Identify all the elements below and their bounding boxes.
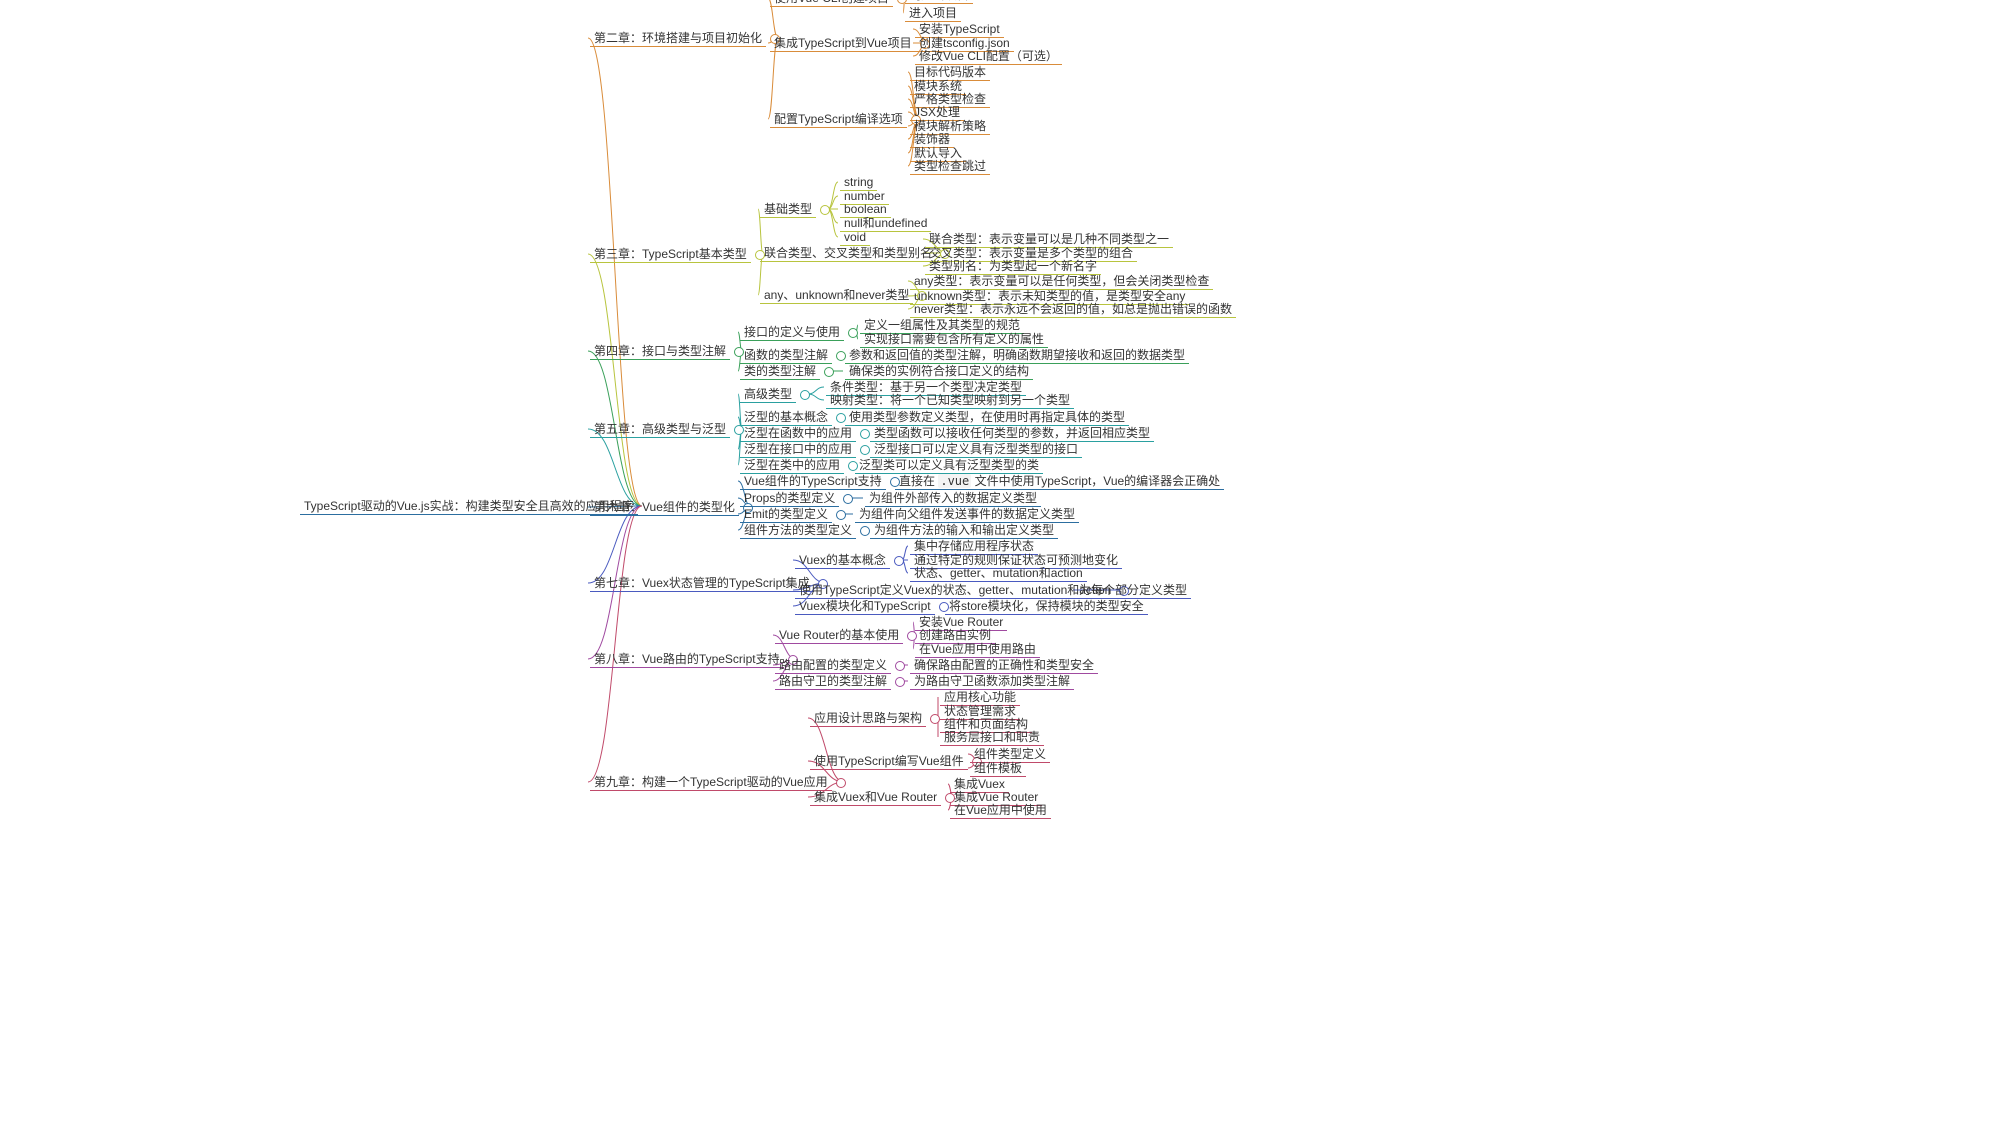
node-c5a[interactable]: 高级类型 — [740, 386, 796, 403]
node-c2[interactable]: 第二章：环境搭建与项目初始化 — [590, 30, 766, 47]
connector-dot — [895, 661, 905, 671]
node-c6a1[interactable]: 直接在 .vue 文件中使用TypeScript，Vue的编译器会正确处 — [895, 473, 1224, 490]
node-c4[interactable]: 第四章：接口与类型注解 — [590, 343, 730, 360]
node-c3c[interactable]: any、unknown和never类型 — [760, 287, 913, 304]
node-c5e1[interactable]: 泛型类可以定义具有泛型类型的类 — [855, 457, 1043, 474]
node-c2b[interactable]: 集成TypeScript到Vue项目 — [770, 35, 916, 52]
node-c6b[interactable]: Props的类型定义 — [740, 490, 839, 507]
node-c4c[interactable]: 类的类型注解 — [740, 363, 820, 380]
node-c2a2[interactable]: 进入项目 — [905, 5, 961, 22]
mindmap-canvas[interactable]: TypeScript驱动的Vue.js实战：构建类型安全且高效的应用程序 第二章：… — [0, 0, 2000, 1125]
connector-dot — [820, 205, 830, 215]
node-c5c[interactable]: 泛型在函数中的应用 — [740, 425, 856, 442]
node-c5[interactable]: 第五章：高级类型与泛型 — [590, 421, 730, 438]
node-c8b1[interactable]: 确保路由配置的正确性和类型安全 — [910, 657, 1098, 674]
node-c2c[interactable]: 配置TypeScript编译选项 — [770, 111, 907, 128]
node-c4a2[interactable]: 实现接口需要包含所有定义的属性 — [860, 331, 1048, 348]
node-c7c[interactable]: Vuex模块化和TypeScript — [795, 598, 935, 615]
connector-dot — [930, 714, 940, 724]
node-c5d1[interactable]: 泛型接口可以定义具有泛型类型的接口 — [870, 441, 1082, 458]
node-root[interactable]: TypeScript驱动的Vue.js实战：构建类型安全且高效的应用程序 — [300, 498, 638, 515]
node-c2a[interactable]: 使用Vue CLI创建项目 — [770, 0, 893, 7]
node-c3a5[interactable]: void — [840, 229, 870, 246]
node-c2b3[interactable]: 修改Vue CLI配置（可选） — [915, 48, 1062, 65]
node-c4b[interactable]: 函数的类型注解 — [740, 347, 832, 364]
connector-dot — [843, 494, 853, 504]
node-c6d1[interactable]: 为组件方法的输入和输出定义类型 — [870, 522, 1058, 539]
node-c8a3[interactable]: 在Vue应用中使用路由 — [915, 641, 1040, 658]
connector-dot — [860, 445, 870, 455]
node-c9a[interactable]: 应用设计思路与架构 — [810, 710, 926, 727]
node-c8c[interactable]: 路由守卫的类型注解 — [775, 673, 891, 690]
node-c9b[interactable]: 使用TypeScript编写Vue组件 — [810, 753, 968, 770]
node-c7a[interactable]: Vuex的基本概念 — [795, 552, 890, 569]
node-c7c1[interactable]: 将store模块化，保持模块的类型安全 — [945, 598, 1148, 615]
node-c9a4[interactable]: 服务层接口和职责 — [940, 729, 1044, 746]
node-c4b1[interactable]: 参数和返回值的类型注解，明确函数期望接收和返回的数据类型 — [845, 347, 1189, 364]
node-c5b1[interactable]: 使用类型参数定义类型，在使用时再指定具体的类型 — [845, 409, 1129, 426]
node-c5a2[interactable]: 映射类型：将一个已知类型映射到另一个类型 — [826, 392, 1074, 409]
node-c7[interactable]: 第七章：Vuex状态管理的TypeScript集成 — [590, 575, 814, 592]
node-c6c1[interactable]: 为组件向父组件发送事件的数据定义类型 — [855, 506, 1079, 523]
node-c8c1[interactable]: 为路由守卫函数添加类型注解 — [910, 673, 1074, 690]
node-c9c3[interactable]: 在Vue应用中使用 — [950, 802, 1051, 819]
node-c6[interactable]: 第六章：Vue组件的类型化 — [590, 499, 739, 516]
node-c9b2[interactable]: 组件模板 — [970, 760, 1026, 777]
connector-dot — [836, 510, 846, 520]
connector-dot — [836, 778, 846, 788]
node-c3[interactable]: 第三章：TypeScript基本类型 — [590, 246, 751, 263]
node-c9c[interactable]: 集成Vuex和Vue Router — [810, 789, 941, 806]
node-c4c1[interactable]: 确保类的实例符合接口定义的结构 — [845, 363, 1033, 380]
node-c5b[interactable]: 泛型的基本概念 — [740, 409, 832, 426]
node-c7b[interactable]: 使用TypeScript定义Vuex的状态、getter、mutation和ac… — [795, 582, 1115, 599]
node-c9[interactable]: 第九章：构建一个TypeScript驱动的Vue应用 — [590, 774, 832, 791]
node-c3b[interactable]: 联合类型、交叉类型和类型别名 — [760, 245, 936, 262]
node-c2c8[interactable]: 类型检查跳过 — [910, 158, 990, 175]
node-c6d[interactable]: 组件方法的类型定义 — [740, 522, 856, 539]
connector-dot — [848, 328, 858, 338]
node-c7a3[interactable]: 状态、getter、mutation和action — [910, 565, 1087, 582]
node-c3a[interactable]: 基础类型 — [760, 201, 816, 218]
node-c8[interactable]: 第八章：Vue路由的TypeScript支持 — [590, 651, 784, 668]
node-c5d[interactable]: 泛型在接口中的应用 — [740, 441, 856, 458]
node-c5e[interactable]: 泛型在类中的应用 — [740, 457, 844, 474]
connector-dot — [894, 556, 904, 566]
node-c6a[interactable]: Vue组件的TypeScript支持 — [740, 473, 886, 490]
node-c6b1[interactable]: 为组件外部传入的数据定义类型 — [865, 490, 1041, 507]
connector-dot — [824, 367, 834, 377]
node-c4a[interactable]: 接口的定义与使用 — [740, 324, 844, 341]
connector-dot — [860, 526, 870, 536]
node-c8a[interactable]: Vue Router的基本使用 — [775, 627, 903, 644]
connector-dot — [895, 677, 905, 687]
node-c3c3[interactable]: never类型：表示永远不会返回的值，如总是抛出错误的函数 — [910, 301, 1236, 318]
node-c8b[interactable]: 路由配置的类型定义 — [775, 657, 891, 674]
node-c7b1[interactable]: 为每个部分定义类型 — [1075, 582, 1191, 599]
node-c6c[interactable]: Emit的类型定义 — [740, 506, 832, 523]
node-c5c1[interactable]: 类型函数可以接收任何类型的参数，并返回相应类型 — [870, 425, 1154, 442]
node-c2a1[interactable]: 创建新项目 — [905, 0, 973, 4]
connector-dot — [800, 390, 810, 400]
connector-dot — [860, 429, 870, 439]
